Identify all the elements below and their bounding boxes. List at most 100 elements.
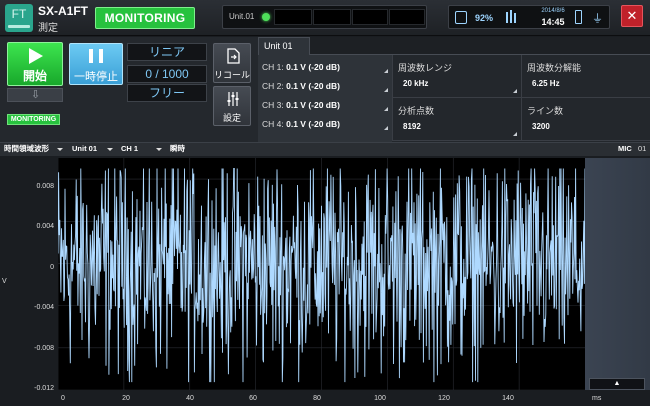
play-icon xyxy=(29,48,43,64)
channel-label: CH 1: xyxy=(262,62,284,72)
channel-value: 0.1 V (-20 dB) xyxy=(286,100,340,110)
scroll-up-button[interactable]: ▲ xyxy=(589,378,645,390)
app-mode: 測定 xyxy=(38,23,58,34)
dropdown-corner-icon xyxy=(384,88,388,92)
channel-range-panel: CH 1: 0.1 V (-20 dB) CH 2: 0.1 V (-20 dB… xyxy=(258,55,392,142)
unit-slot-4 xyxy=(389,9,425,25)
start-button[interactable]: 開始 xyxy=(7,42,63,86)
tab-unit-01[interactable]: Unit 01 xyxy=(258,37,310,55)
settings-label: 設定 xyxy=(222,113,241,123)
document-recall-icon xyxy=(226,48,240,64)
unit-slot-1 xyxy=(274,9,312,25)
param-value: 8192 xyxy=(403,122,421,131)
sliders-icon xyxy=(226,91,240,107)
y-tick-label: 0.008 xyxy=(36,183,54,190)
pause-label: 一時停止 xyxy=(74,71,118,83)
channel-label: CH 2: xyxy=(262,81,284,91)
channel-row-2[interactable]: CH 2: 0.1 V (-20 dB) xyxy=(258,77,392,95)
unit-status-panel: Unit.01 xyxy=(222,5,427,29)
x-tick-label: 100 xyxy=(374,395,386,402)
x-tick-label: 0 xyxy=(61,395,65,402)
channel-row-3[interactable]: CH 3: 0.1 V (-20 dB) xyxy=(258,96,392,114)
close-button[interactable]: ✕ xyxy=(621,5,643,27)
param-value: 3200 xyxy=(532,122,550,131)
y-tick-label: -0.012 xyxy=(34,385,54,392)
channel-row-4[interactable]: CH 4: 0.1 V (-20 dB) xyxy=(258,115,392,133)
dropdown-corner-icon xyxy=(513,132,517,136)
x-tick-label: 20 xyxy=(122,395,130,402)
dropdown-corner-icon xyxy=(384,107,388,111)
app-name: SX-A1FT xyxy=(38,4,89,18)
arrow-down-icon: ⇩ xyxy=(31,89,41,101)
unit-slot-3 xyxy=(352,9,388,25)
channel-dropdown-label: CH 1 xyxy=(121,144,139,153)
unit-label: Unit.01 xyxy=(229,12,255,21)
view-type-label: 時間領域波形 xyxy=(4,144,49,153)
trigger-mode-display[interactable]: フリー xyxy=(127,84,207,102)
channel-row-1[interactable]: CH 1: 0.1 V (-20 dB) xyxy=(258,58,392,76)
battery-icon xyxy=(575,10,582,24)
y-tick-label: 0.004 xyxy=(36,223,54,230)
freq-resolution-param: 周波数分解能 6.25 Hz xyxy=(521,55,650,98)
param-value: 20 kHz xyxy=(403,79,429,88)
right-scroll-panel[interactable] xyxy=(585,158,650,390)
y-tick-label: -0.004 xyxy=(34,304,54,311)
waveform-plot[interactable] xyxy=(58,158,585,390)
chevron-down-icon xyxy=(107,148,113,151)
channel-dropdown[interactable]: CH 1 xyxy=(117,143,165,156)
averaging-mode-display[interactable]: リニア xyxy=(127,43,207,61)
recall-button[interactable]: リコール xyxy=(213,43,251,83)
app-logo: FT xyxy=(5,4,33,32)
x-tick-label: 80 xyxy=(313,395,321,402)
view-selector-bar: 時間領域波形 Unit 01 CH 1 瞬時 MIC 01 xyxy=(0,142,650,156)
triangle-up-icon: ▲ xyxy=(613,380,621,387)
close-icon: ✕ xyxy=(626,8,638,23)
unit-slot-2 xyxy=(313,9,351,25)
system-status-panel: 92% 2014/8/6 14:45 ⏚ xyxy=(448,5,610,29)
channel-label: CH 3: xyxy=(262,100,284,110)
date-display: 2014/8/6 xyxy=(541,8,565,14)
y-tick-label: 0 xyxy=(50,264,54,271)
freq-range-param[interactable]: 周波数レンジ 20 kHz xyxy=(392,55,521,98)
app-logo-text: FT xyxy=(11,7,27,21)
average-count-display: 0 / 1000 xyxy=(127,65,207,83)
settings-button[interactable]: 設定 xyxy=(213,86,251,126)
y-axis-label: V xyxy=(2,278,7,285)
chevron-down-icon xyxy=(156,148,162,151)
recall-label: リコール xyxy=(214,70,251,80)
dropdown-corner-icon xyxy=(384,69,388,73)
channel-label: CH 4: xyxy=(262,119,284,129)
unit-dropdown[interactable]: Unit 01 xyxy=(68,143,116,156)
param-label: 周波数分解能 xyxy=(527,63,582,73)
start-label: 開始 xyxy=(22,69,47,83)
unit-dropdown-label: Unit 01 xyxy=(72,144,98,153)
control-panel: 開始 ⇩ MONITORING 一時停止 リニア 0 / 1000 フリー リコ… xyxy=(0,37,258,142)
monitoring-button[interactable]: MONITORING xyxy=(95,7,195,29)
y-tick-label: -0.008 xyxy=(34,345,54,352)
lines-param: ライン数 3200 xyxy=(521,98,650,141)
time-display: 14:45 xyxy=(541,17,565,27)
pause-icon xyxy=(89,49,103,63)
mic-label: MIC xyxy=(618,144,632,153)
pause-button[interactable]: 一時停止 xyxy=(69,43,123,85)
x-tick-label: 140 xyxy=(502,395,514,402)
param-label: 分析点数 xyxy=(398,106,435,116)
dropdown-corner-icon xyxy=(384,126,388,130)
start-options-button[interactable]: ⇩ xyxy=(7,88,63,102)
channel-value: 0.1 V (-20 dB) xyxy=(286,81,340,91)
param-label: 周波数レンジ xyxy=(398,63,453,73)
analysis-points-param[interactable]: 分析点数 8192 xyxy=(392,98,521,141)
chevron-down-icon xyxy=(57,148,63,151)
plug-icon: ⏚ xyxy=(592,13,603,25)
display-mode-dropdown[interactable]: 瞬時 xyxy=(166,143,216,156)
x-tick-label: 60 xyxy=(249,395,257,402)
mic-number: 01 xyxy=(638,144,647,153)
dropdown-corner-icon xyxy=(513,89,517,93)
channel-value: 0.1 V (-20 dB) xyxy=(286,62,340,72)
top-bar: FT SX-A1FT 測定 MONITORING Unit.01 92% 201… xyxy=(0,0,650,36)
tab-bar xyxy=(310,37,650,55)
monitoring-indicator: MONITORING xyxy=(7,114,60,125)
x-tick-label: 40 xyxy=(186,395,194,402)
view-type-dropdown[interactable]: 時間領域波形 xyxy=(0,143,66,156)
levels-icon[interactable] xyxy=(505,10,517,24)
